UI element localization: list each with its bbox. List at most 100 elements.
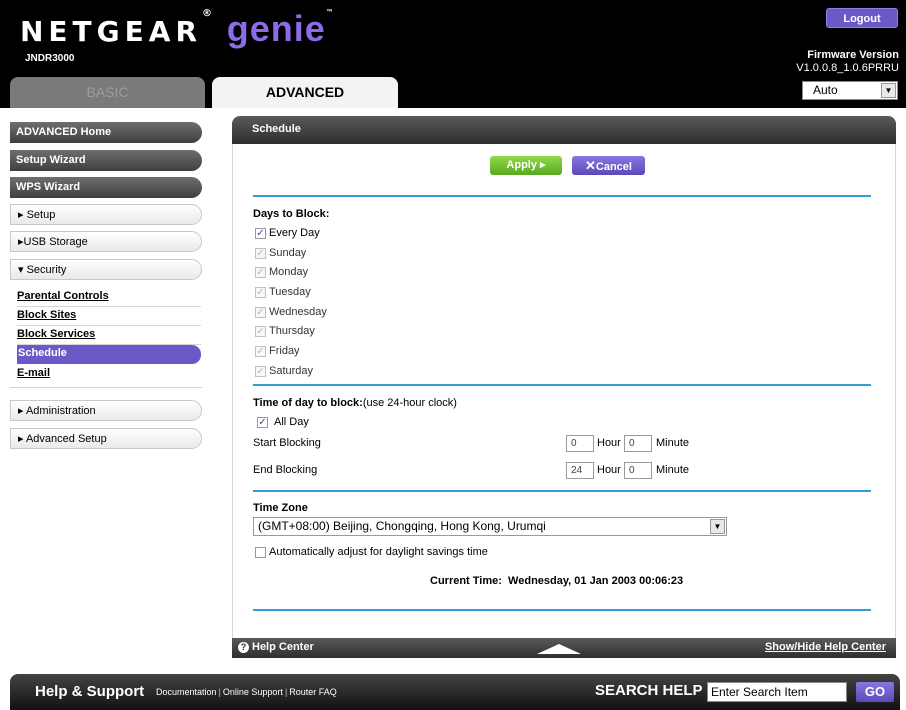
product-name: genie xyxy=(226,8,326,49)
page-title: Schedule xyxy=(232,116,896,144)
checkbox-label: Saturday xyxy=(269,365,314,377)
checkbox-label: Wednesday xyxy=(269,306,327,318)
checkbox-saturday[interactable]: ✓ Saturday xyxy=(255,363,313,379)
start-minute-input[interactable]: 0 xyxy=(624,435,652,452)
current-time: Current Time: Wednesday, 01 Jan 2003 00:… xyxy=(430,575,683,587)
current-time-label: Current Time: xyxy=(430,575,502,587)
tab-basic[interactable]: BASIC xyxy=(10,77,205,108)
header-bar: NETGEAR® genie™ JNDR3000 Logout Firmware… xyxy=(0,0,906,108)
section-divider xyxy=(253,609,871,611)
language-select-value: Auto xyxy=(813,83,838,97)
search-input[interactable]: Enter Search Item xyxy=(707,682,847,702)
checkbox-all-day[interactable]: ✓ All Day xyxy=(257,414,309,430)
show-hide-help-link[interactable]: Show/Hide Help Center xyxy=(765,641,886,653)
days-heading: Days to Block: xyxy=(253,208,330,220)
time-heading-text: Time of day to block: xyxy=(253,397,363,409)
sidebar-section-advanced-setup[interactable]: ▸ Advanced Setup xyxy=(10,428,202,449)
checkbox-icon[interactable]: ✓ xyxy=(255,227,266,239)
checkbox-friday[interactable]: ✓ Friday xyxy=(255,343,300,359)
link-separator: | xyxy=(218,687,221,697)
checkbox-label: Monday xyxy=(269,266,309,278)
help-center-bar: ? Help Center Show/Hide Help Center xyxy=(232,638,896,658)
help-center-label[interactable]: ? Help Center xyxy=(238,641,314,653)
checkbox-every-day[interactable]: ✓ Every Day xyxy=(255,225,320,241)
sidebar-item-setup-wizard[interactable]: Setup Wizard xyxy=(10,150,202,171)
checkbox-monday[interactable]: ✓ Monday xyxy=(255,264,308,280)
sidebar-section-setup[interactable]: ▸ Setup xyxy=(10,204,202,225)
cancel-label: Cancel xyxy=(595,161,632,173)
time-heading-note: (use 24-hour clock) xyxy=(362,397,457,409)
start-blocking-label: Start Blocking xyxy=(253,437,321,449)
checkbox-thursday[interactable]: ✓ Thursday xyxy=(255,323,315,339)
cancel-button[interactable]: ✕Cancel xyxy=(572,156,645,175)
sidebar-item-block-services[interactable]: Block Services xyxy=(17,326,201,345)
checkbox-label: Sunday xyxy=(269,247,307,259)
checkbox-icon[interactable]: ✓ xyxy=(255,325,266,337)
checkbox-icon[interactable]: ✓ xyxy=(255,286,266,298)
apply-button[interactable]: Apply ▸ xyxy=(490,156,562,175)
section-divider xyxy=(253,490,871,492)
checkbox-icon[interactable]: ✓ xyxy=(255,266,266,278)
chevron-down-icon: ▼ xyxy=(710,519,725,534)
help-center-text: Help Center xyxy=(252,641,314,653)
checkbox-icon[interactable] xyxy=(255,546,266,558)
timezone-select-value: (GMT+08:00) Beijing, Chongqing, Hong Kon… xyxy=(258,519,546,533)
time-heading: Time of day to block:(use 24-hour clock) xyxy=(253,397,457,409)
checkbox-label: Every Day xyxy=(269,227,320,239)
schedule-panel: Apply ▸ ✕Cancel Days to Block: ✓ Every Da… xyxy=(232,144,896,638)
netgear-genie-logo: NETGEAR® genie™ xyxy=(20,8,334,50)
end-minute-input[interactable]: 0 xyxy=(624,462,652,479)
sidebar-item-wps-wizard[interactable]: WPS Wizard xyxy=(10,177,202,198)
logout-button[interactable]: Logout xyxy=(826,8,898,28)
sidebar-section-security[interactable]: ▾ Security xyxy=(10,259,202,280)
sidebar: ADVANCED Home Setup Wizard WPS Wizard ▸ … xyxy=(0,108,218,664)
chevron-down-icon: ▼ xyxy=(881,83,896,98)
checkbox-dst[interactable]: Automatically adjust for daylight saving… xyxy=(255,544,488,560)
trademark-mark: ™ xyxy=(325,8,334,17)
end-hour-input[interactable]: 24 xyxy=(566,462,594,479)
brand-name: NETGEAR xyxy=(20,15,202,48)
sidebar-item-parental-controls[interactable]: Parental Controls xyxy=(17,288,201,307)
help-support-links: Documentation | Online Support | Router FAQ xyxy=(156,687,337,697)
sidebar-item-email[interactable]: E-mail xyxy=(17,365,201,384)
checkbox-icon[interactable]: ✓ xyxy=(255,247,266,259)
section-divider xyxy=(253,195,871,197)
checkbox-icon[interactable]: ✓ xyxy=(255,365,266,377)
search-help-label: SEARCH HELP xyxy=(595,682,703,699)
help-icon: ? xyxy=(238,641,249,653)
sidebar-item-advanced-home[interactable]: ADVANCED Home xyxy=(10,122,202,143)
checkbox-label: Automatically adjust for daylight saving… xyxy=(269,546,488,558)
hour-label: Hour xyxy=(597,437,621,449)
tab-advanced[interactable]: ADVANCED xyxy=(212,77,398,108)
start-hour-input[interactable]: 0 xyxy=(566,435,594,452)
sidebar-item-schedule[interactable]: Schedule xyxy=(17,345,201,364)
link-separator: | xyxy=(284,687,288,697)
language-select[interactable]: Auto ▼ xyxy=(802,81,898,100)
checkbox-icon[interactable]: ✓ xyxy=(255,306,266,318)
online-support-link[interactable]: Online Support xyxy=(223,687,283,697)
go-button[interactable]: GO xyxy=(856,682,894,702)
minute-label: Minute xyxy=(656,437,690,449)
router-faq-link[interactable]: Router FAQ xyxy=(289,687,337,697)
help-support-title: Help & Support xyxy=(35,683,145,700)
sidebar-divider xyxy=(10,387,202,388)
checkbox-wednesday[interactable]: ✓ Wednesday xyxy=(255,304,327,320)
firmware-value: V1.0.0.8_1.0.6PRRU xyxy=(796,62,899,74)
checkbox-sunday[interactable]: ✓ Sunday xyxy=(255,245,306,261)
footer-bar: Help & Support Documentation | Online Supp… xyxy=(10,674,900,710)
documentation-link[interactable]: Documentation xyxy=(156,687,217,697)
checkbox-tuesday[interactable]: ✓ Tuesday xyxy=(255,284,311,300)
minute-label: Minute xyxy=(656,464,690,476)
sidebar-section-usb-storage[interactable]: ▸USB Storage xyxy=(10,231,202,252)
checkbox-label: Tuesday xyxy=(269,286,311,298)
sidebar-item-block-sites[interactable]: Block Sites xyxy=(17,307,201,326)
timezone-heading: Time Zone xyxy=(253,502,308,514)
checkbox-icon[interactable]: ✓ xyxy=(257,416,268,428)
checkbox-icon[interactable]: ✓ xyxy=(255,345,266,357)
model-name: JNDR3000 xyxy=(25,53,75,64)
timezone-select[interactable]: (GMT+08:00) Beijing, Chongqing, Hong Kon… xyxy=(253,517,727,536)
checkbox-label: Friday xyxy=(269,345,300,357)
registered-mark: ® xyxy=(202,8,212,19)
sidebar-section-administration[interactable]: ▸ Administration xyxy=(10,400,202,421)
chevron-up-icon[interactable] xyxy=(537,644,581,654)
